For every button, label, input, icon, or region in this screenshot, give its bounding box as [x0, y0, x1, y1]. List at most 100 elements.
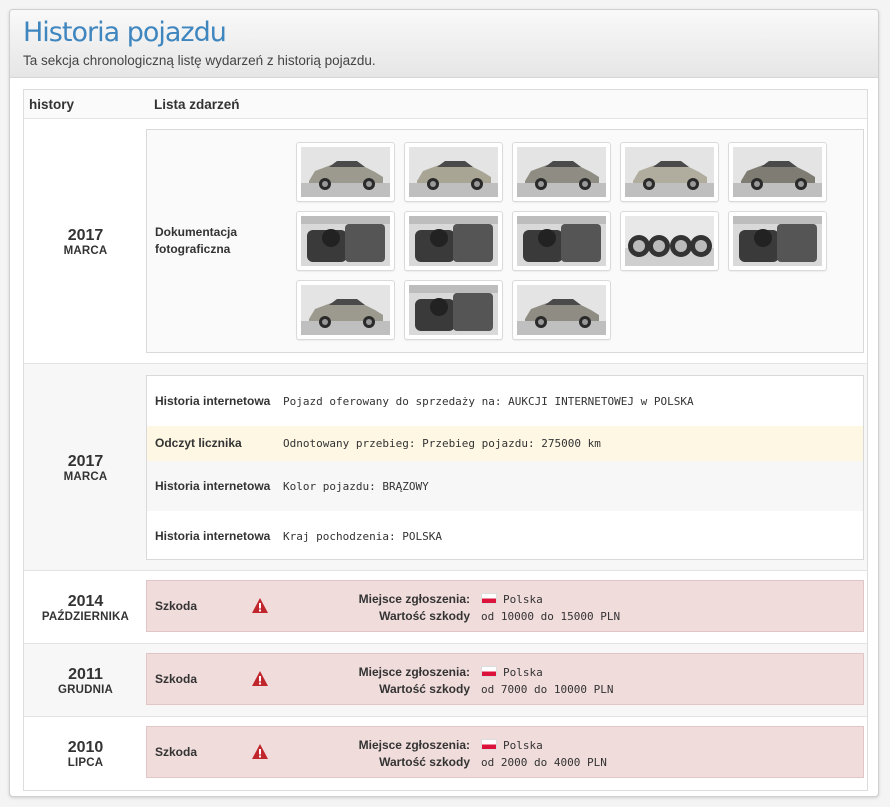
photo-image: [301, 147, 390, 197]
place-key: Miejsce zgłoszenia:: [358, 592, 470, 606]
poland-flag-icon: [481, 593, 497, 604]
panel-header: Historia pojazdu Ta sekcja chronologiczn…: [10, 10, 878, 78]
event-year: 2014: [67, 592, 104, 610]
event-item: Historia internetowa Kolor pojazdu: BRĄZ…: [147, 461, 863, 511]
event-date: 2011 GRUDNIA: [24, 644, 147, 716]
photo-image: [733, 147, 822, 197]
photo-thumbnail[interactable]: [620, 211, 719, 271]
event-label: Odczyt licznika: [155, 436, 242, 450]
event-label: Historia internetowa: [155, 393, 271, 408]
event-date: 2014 PAŹDZIERNIKA: [24, 571, 147, 643]
column-history: history: [29, 96, 75, 112]
photo-image: [733, 216, 822, 266]
photo-image: [625, 216, 714, 266]
value-key: Wartość szkody: [379, 682, 470, 696]
photo-thumbnail[interactable]: [728, 211, 827, 271]
table-row: 2017 MARCA Dokumentacja fotograficzna: [24, 119, 867, 364]
photo-thumbnail[interactable]: [512, 142, 611, 202]
damage-box: Szkoda Miejsce zgłoszenia: Wartość szkod…: [146, 726, 864, 778]
event-month: PAŹDZIERNIKA: [41, 610, 130, 623]
photo-image: [517, 216, 606, 266]
event-label: Historia internetowa: [155, 528, 271, 543]
event-month: LIPCA: [67, 757, 104, 769]
place-key: Miejsce zgłoszenia:: [358, 738, 470, 752]
photo-image: [625, 147, 714, 197]
event-label: Historia internetowa: [155, 478, 271, 493]
event-year: 2017: [67, 452, 104, 470]
vehicle-history-panel: Historia pojazdu Ta sekcja chronologiczn…: [9, 9, 879, 797]
event-text: Odnotowany przebieg: Przebieg pojazdu: 2…: [283, 437, 601, 450]
damage-keys: Miejsce zgłoszenia: Wartość szkody: [359, 591, 470, 625]
photo-image: [517, 147, 606, 197]
place-value: Polska: [503, 593, 543, 606]
photo-documentation-label: Dokumentacja fotograficzna: [155, 225, 238, 256]
photo-thumbnail[interactable]: [404, 142, 503, 202]
photo-image: [409, 216, 498, 266]
photo-image: [409, 147, 498, 197]
damage-value: od 2000 do 4000 PLN: [481, 756, 607, 769]
place-value: Polska: [503, 739, 543, 752]
photo-thumbnail[interactable]: [620, 142, 719, 202]
warning-icon: [252, 598, 268, 613]
table-row: 2014 PAŹDZIERNIKA Szkoda Miejsce zgłosze…: [24, 571, 867, 644]
photo-image: [409, 285, 498, 335]
photo-thumbnail[interactable]: [728, 142, 827, 202]
page-subtitle: Ta sekcja chronologiczną listę wydarzeń …: [23, 53, 376, 68]
history-table: history Lista zdarzeń 2017 MARCA Dokumen…: [23, 89, 868, 791]
table-row: 2010 LIPCA Szkoda Miejsce zgłoszenia: Wa…: [24, 717, 867, 790]
event-item: Historia internetowa Kraj pochodzenia: P…: [147, 511, 863, 561]
damage-keys: Miejsce zgłoszenia: Wartość szkody: [359, 664, 470, 698]
damage-label: Szkoda: [155, 745, 198, 759]
table-row: 2011 GRUDNIA Szkoda Miejsce zgłoszenia: …: [24, 644, 867, 717]
event-text: Kolor pojazdu: BRĄZOWY: [283, 479, 429, 493]
damage-box: Szkoda Miejsce zgłoszenia: Wartość szkod…: [146, 653, 864, 705]
event-month: MARCA: [63, 470, 108, 483]
photo-thumbnail[interactable]: [512, 280, 611, 340]
damage-keys: Miejsce zgłoszenia: Wartość szkody: [359, 737, 470, 771]
place-value: Polska: [503, 666, 543, 679]
event-item: Odczyt licznika Odnotowany przebieg: Prz…: [147, 426, 863, 461]
event-year: 2017: [67, 226, 104, 244]
value-key: Wartość szkody: [379, 609, 470, 623]
table-row: 2017 MARCA Historia internetowa Pojazd o…: [24, 364, 867, 571]
photo-documentation-box: Dokumentacja fotograficzna: [146, 129, 864, 353]
event-text: Pojazd oferowany do sprzedaży na: AUKCJI…: [283, 394, 694, 408]
poland-flag-icon: [481, 666, 497, 677]
damage-values: Polska od 2000 do 4000 PLN: [481, 737, 607, 771]
photo-image: [301, 216, 390, 266]
event-year: 2010: [67, 739, 104, 756]
photo-thumbnail[interactable]: [296, 142, 395, 202]
damage-values: Polska od 7000 do 10000 PLN: [481, 664, 613, 698]
warning-icon: [252, 744, 268, 759]
table-header: history Lista zdarzeń: [24, 90, 867, 119]
page-title: Historia pojazdu: [23, 17, 227, 48]
event-date: 2017 MARCA: [24, 119, 147, 363]
photo-gallery: [296, 142, 836, 340]
damage-values: Polska od 10000 do 15000 PLN: [481, 591, 620, 625]
photo-thumbnail[interactable]: [404, 280, 503, 340]
photo-thumbnail[interactable]: [296, 211, 395, 271]
photo-thumbnail[interactable]: [296, 280, 395, 340]
event-month: MARCA: [63, 244, 108, 257]
photo-thumbnail[interactable]: [404, 211, 503, 271]
events-list: Historia internetowa Pojazd oferowany do…: [146, 375, 864, 560]
event-date: 2017 MARCA: [24, 364, 147, 570]
photo-thumbnail[interactable]: [512, 211, 611, 271]
damage-value: od 7000 do 10000 PLN: [481, 683, 614, 696]
event-month: GRUDNIA: [57, 683, 114, 696]
value-key: Wartość szkody: [379, 755, 470, 769]
damage-box: Szkoda Miejsce zgłoszenia: Wartość szkod…: [146, 580, 864, 632]
event-year: 2011: [68, 665, 103, 683]
photo-image: [301, 285, 390, 335]
damage-value: od 10000 do 15000 PLN: [481, 610, 621, 623]
photo-image: [517, 285, 606, 335]
column-events: Lista zdarzeń: [154, 96, 240, 112]
damage-label: Szkoda: [155, 599, 198, 613]
damage-label: Szkoda: [155, 672, 198, 686]
event-item: Historia internetowa Pojazd oferowany do…: [147, 376, 863, 426]
place-key: Miejsce zgłoszenia:: [358, 665, 470, 679]
event-text: Kraj pochodzenia: POLSKA: [283, 529, 442, 543]
event-date: 2010 LIPCA: [24, 717, 147, 790]
warning-icon: [252, 671, 268, 686]
poland-flag-icon: [481, 739, 497, 750]
